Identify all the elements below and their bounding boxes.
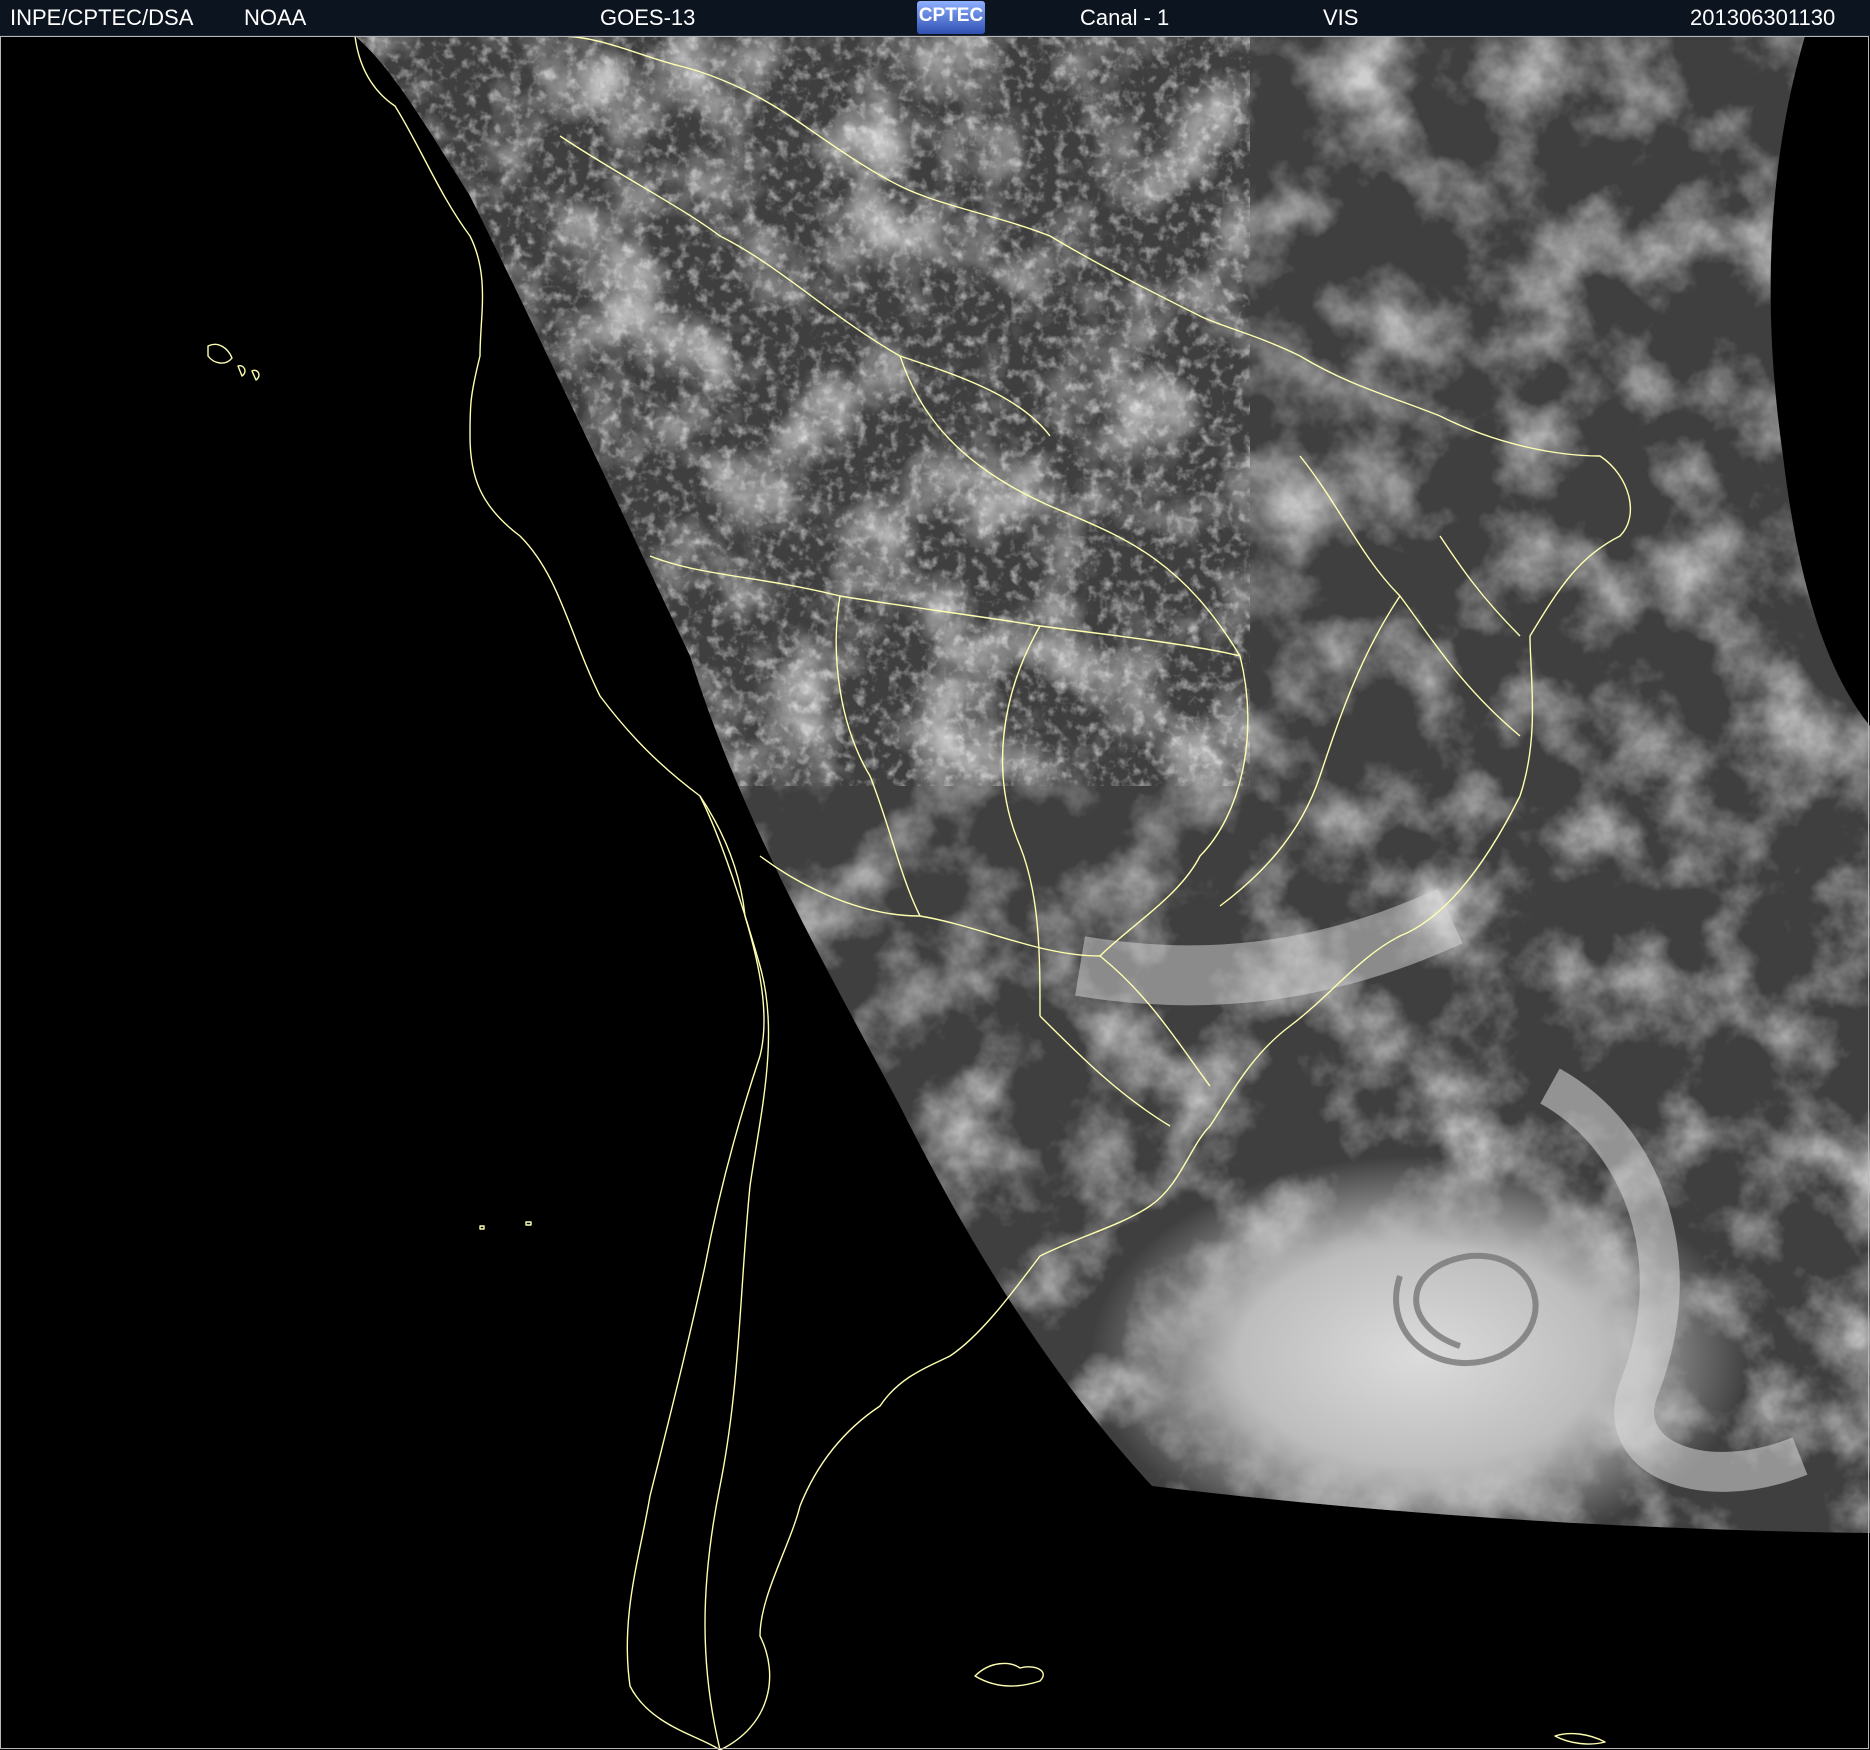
channel-label: Canal - 1 xyxy=(1080,5,1170,30)
logo-text: CPTEC xyxy=(918,5,984,26)
header-bar: INPE/CPTEC/DSA NOAA GOES-13 CPTEC Canal … xyxy=(0,0,1870,36)
satellite-map xyxy=(207,36,1870,1750)
juan-fernandez-islands xyxy=(479,1221,532,1230)
satellite-label: GOES-13 xyxy=(600,5,696,30)
galapagos-islands xyxy=(207,343,260,381)
south-georgia xyxy=(1554,1732,1606,1745)
falkland-islands xyxy=(974,1662,1044,1687)
source-label: NOAA xyxy=(244,5,307,30)
cptec-logo: CPTEC xyxy=(917,1,985,34)
timestamp-label: 201306301130 xyxy=(1690,5,1836,30)
agency-label: INPE/CPTEC/DSA xyxy=(10,5,194,30)
band-label: VIS xyxy=(1323,5,1359,30)
imagery-layer xyxy=(355,36,1870,1533)
